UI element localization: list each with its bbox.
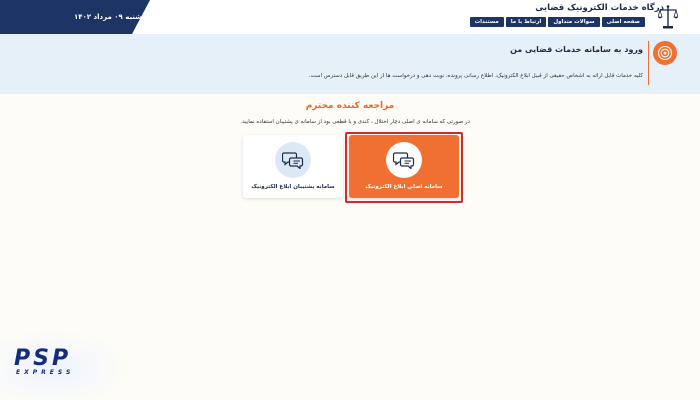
main-system-label: سامانه اصلی ابلاغ الکترونیک: [365, 184, 443, 190]
backup-system-card[interactable]: سامانه پشتیبان ابلاغ الکترونیک: [243, 135, 343, 198]
date-panel: دوشنبه ۰۹ مرداد ۱۴۰۲: [0, 0, 150, 34]
nav-home[interactable]: صفحه اصلی: [601, 17, 645, 27]
logo-subtitle: EXPRESS: [16, 369, 75, 376]
main-heading: مراجعه کننده محترم: [305, 101, 395, 111]
chat-bubbles-icon: [275, 142, 311, 178]
main-system-card[interactable]: سامانه اصلی ابلاغ الکترونیک: [349, 135, 459, 198]
nav-contact[interactable]: ارتباط با ما: [505, 17, 547, 27]
nav-documents[interactable]: مستندات: [469, 17, 504, 27]
target-icon: [653, 41, 677, 65]
logo-word: PSP: [14, 346, 72, 371]
site-header: دوشنبه ۰۹ مرداد ۱۴۰۲ درگاه خدمات الکترون…: [0, 0, 700, 34]
scales-of-justice-icon: [658, 5, 678, 29]
main-subtext: در صورتی که سامانه ی اصلی دچار اختلال ، …: [240, 119, 470, 125]
chat-bubbles-icon: [386, 142, 422, 178]
main-nav: صفحه اصلی سوالات متداول ارتباط با ما مست…: [469, 17, 645, 27]
current-date: دوشنبه ۰۹ مرداد ۱۴۰۲: [73, 13, 150, 21]
site-title: درگاه خدمات الکترونیک قضایی: [535, 3, 664, 13]
psp-express-logo: PSP EXPRESS: [0, 330, 130, 400]
banner-title: ورود به سامانه خدمات قضایی من: [510, 45, 643, 54]
backup-system-label: سامانه پشتیبان ابلاغ الکترونیک: [251, 184, 335, 190]
nav-faq[interactable]: سوالات متداول: [548, 17, 600, 27]
login-banner: ورود به سامانه خدمات قضایی من کلیه خدمات…: [0, 34, 700, 94]
banner-description: کلیه خدمات قابل ارائه به اشخاص حقیقی از …: [308, 73, 643, 79]
banner-divider: [647, 41, 649, 85]
